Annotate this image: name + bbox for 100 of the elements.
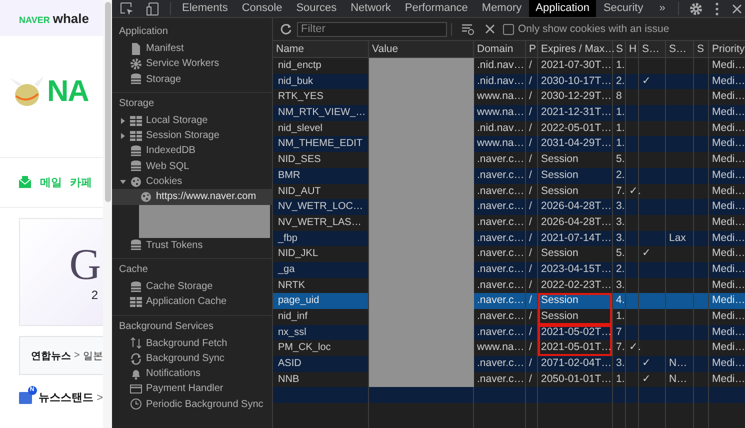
- column-header[interactable]: S: [694, 41, 709, 57]
- table-cell-text: Medi…: [711, 199, 745, 214]
- brand-logo[interactable]: NAVER whale: [19, 10, 89, 26]
- panel-tab[interactable]: Sources: [289, 0, 344, 17]
- table-cell-text: Medi…: [711, 184, 745, 198]
- table-cell-text: Medi…: [711, 105, 745, 120]
- checkbox[interactable]: [503, 24, 514, 34]
- grid-icon: [130, 130, 142, 142]
- table-cell-text: Medi…: [711, 262, 745, 277]
- table-cell-text: Medi…: [711, 372, 745, 387]
- sidebar-item[interactable]: Background Fetch: [112, 336, 272, 351]
- table-cell-text: Medi…: [711, 214, 745, 230]
- sidebar-item[interactable]: Cookies: [112, 174, 272, 190]
- more-tabs-button[interactable]: »: [650, 0, 674, 17]
- news-source[interactable]: 연합뉴스: [31, 348, 71, 362]
- news-headline[interactable]: 일본: [82, 348, 103, 362]
- table-cell: Session: [538, 309, 613, 325]
- panel-tab[interactable]: Console: [234, 0, 290, 17]
- table-cell-text: Medi…: [711, 324, 745, 340]
- panel-tab[interactable]: Memory: [474, 0, 529, 17]
- column-header[interactable]: S…: [666, 41, 694, 57]
- sidebar-item[interactable]: Cache Storage: [112, 278, 272, 294]
- table-row[interactable]: NNB .naver.c… / 2050-01-01T… 1. ✓ N… Medi…: [273, 372, 745, 388]
- table-row[interactable]: NV_WETR_LAS… .naver.c… / 2026-04-28T… 3. Medi…: [273, 214, 745, 231]
- column-header[interactable]: Priority: [709, 41, 745, 57]
- table-row[interactable]: NRTK .naver.c… / 2022-02-23T… 3. Medi…: [273, 278, 745, 294]
- arrows-icon: [130, 337, 142, 350]
- sidebar-item[interactable]: Periodic Background Sync: [112, 396, 272, 412]
- scrollbar[interactable]: [103, 0, 112, 428]
- column-header[interactable]: Domain: [474, 41, 526, 57]
- table-row[interactable]: page_uid .naver.c… / Session 4. Medi…: [273, 293, 745, 309]
- table-cell-text: Medi…: [711, 136, 745, 152]
- mascot-drawing: [10, 76, 44, 108]
- table-row[interactable]: RTK_YES www.na… / 2030-12-29T… 8 Medi…: [273, 89, 745, 106]
- table-row[interactable]: nid_slevel .nid.nav… / 2022-05-01T… 1. Medi…: [273, 120, 745, 136]
- sidebar-item[interactable]: https://www.naver.com: [112, 189, 272, 205]
- close-icon: [485, 24, 495, 34]
- grid-icon: [130, 296, 142, 308]
- panel-tab[interactable]: Application: [528, 0, 596, 17]
- cookie-icon: [130, 176, 142, 188]
- cookie-icon: [140, 191, 152, 204]
- table-row[interactable]: _fbp .naver.c… / 2021-07-14T… 3. Lax Medi…: [273, 230, 745, 246]
- sidebar-item[interactable]: Storage: [112, 72, 272, 87]
- inspect-icon: [120, 2, 134, 16]
- table-row[interactable]: nid_inf .naver.c… / Session 1. Medi…: [273, 309, 745, 325]
- grid-icon: [130, 114, 142, 127]
- column-header[interactable]: Value: [369, 41, 474, 57]
- column-header[interactable]: S: [613, 41, 626, 57]
- section-heading: Background Services: [118, 320, 214, 334]
- panel-tab[interactable]: Security: [596, 0, 650, 17]
- column-header[interactable]: H: [626, 41, 639, 57]
- sidebar-item[interactable]: IndexedDB: [112, 143, 272, 159]
- section-heading: Application: [118, 25, 169, 39]
- sidebar-item[interactable]: Notifications: [112, 366, 272, 382]
- chevron-text: >: [96, 392, 103, 404]
- checkbox-label[interactable]: Only show cookies with an issue: [518, 23, 670, 35]
- sidebar-item[interactable]: Application Cache: [112, 294, 272, 310]
- table-row[interactable]: NID_SES .naver.c… / Session 5. Medi…: [273, 152, 745, 168]
- table-row[interactable]: BMR .naver.c… / Session 2. Medi…: [273, 168, 745, 184]
- table-row[interactable]: NM_RTK_VIEW_… www.na… / 2021-12-31T… 1. Medi…: [273, 105, 745, 121]
- sidebar-item[interactable]: Manifest: [112, 41, 272, 56]
- bell-icon: [130, 368, 142, 380]
- logo-text: NA: [47, 74, 88, 108]
- table-row[interactable]: nid_buk .nid.nav… / 2030-10-17T… 2. ✓ Medi…: [273, 74, 745, 90]
- gear-icon: [130, 58, 142, 70]
- column-header[interactable]: Name: [273, 41, 369, 57]
- sync-icon: [130, 352, 142, 364]
- table-row[interactable]: NID_JKL .naver.c… / Session 5. ✓ Medi…: [273, 246, 745, 262]
- panel-tab[interactable]: Elements: [175, 0, 235, 17]
- table-cell-text: Medi…: [711, 340, 745, 356]
- sidebar-item[interactable]: Trust Tokens: [112, 238, 272, 253]
- table-cell-text: Medi…: [711, 230, 745, 246]
- table-row[interactable]: _ga .naver.c… / 2023-04-15T… 2. Medi…: [273, 262, 745, 278]
- newsstand-link[interactable]: 뉴스스탠드: [38, 390, 94, 405]
- table-cell-text: Medi…: [711, 293, 745, 308]
- sidebar-item[interactable]: Payment Handler: [112, 381, 272, 397]
- sidebar-item[interactable]: Background Sync: [112, 350, 272, 366]
- table-row[interactable]: NM_THEME_EDIT www.na… / 2031-04-29T… 1. Medi…: [273, 136, 745, 152]
- sidebar-item[interactable]: Session Storage: [112, 128, 272, 144]
- table-row[interactable]: NV_WETR_LOC… .naver.c… / 2026-04-28T… 3. Medi…: [273, 199, 745, 215]
- filter-field[interactable]: Filter: [297, 22, 447, 36]
- section-heading: Storage: [118, 96, 156, 111]
- column-header[interactable]: Expires / Max…: [538, 41, 613, 57]
- sidebar-item[interactable]: Service Workers: [112, 56, 272, 72]
- sidebar-item[interactable]: Web SQL: [112, 158, 272, 174]
- table-cell-text: Medi…: [711, 278, 745, 293]
- table-row[interactable]: nid_enctp .nid.nav… / 2021-07-30T… 1. Medi…: [273, 58, 745, 74]
- table-cell-text: Medi…: [711, 309, 745, 324]
- database-icon: [130, 73, 142, 86]
- column-header[interactable]: P: [526, 41, 538, 57]
- table-row[interactable]: NID_AUT .naver.c… / Session 7. ✓. Medi…: [273, 184, 745, 200]
- banner-ad[interactable]: G 2: [19, 218, 103, 326]
- panel-tab[interactable]: Network: [344, 0, 398, 17]
- table-row[interactable]: ASID .naver.c… / 2071-02-04T… 3. ✓ N… Medi…: [273, 356, 745, 372]
- table-cell-text: Medi…: [711, 356, 745, 372]
- section-heading: Cache: [118, 262, 149, 277]
- chevron-text: >: [74, 350, 80, 361]
- sidebar-item[interactable]: Local Storage: [112, 112, 272, 128]
- panel-tab[interactable]: Performance: [398, 0, 475, 17]
- column-header[interactable]: S…: [639, 41, 666, 57]
